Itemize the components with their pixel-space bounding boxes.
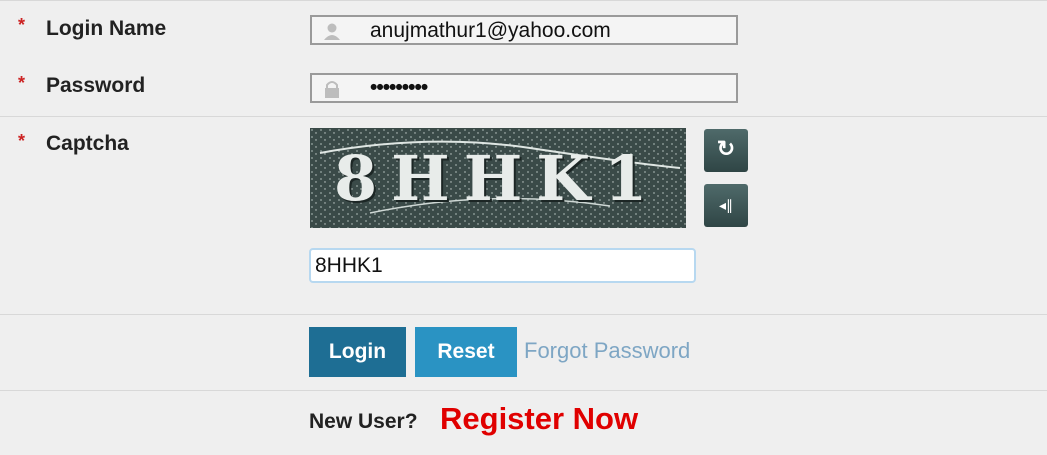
register-now-link[interactable]: Register Now [440, 401, 638, 437]
required-marker: * [18, 73, 26, 93]
captcha-text: 8HHK1 [334, 142, 662, 215]
login-name-field[interactable]: anujmathur1@yahoo.com [310, 15, 738, 45]
password-label: Password [46, 74, 146, 97]
password-field[interactable]: ••••••••• [310, 73, 738, 103]
actions-row: Login Reset Forgot Password [0, 315, 1047, 391]
captcha-label: Captcha [46, 132, 129, 155]
login-button[interactable]: Login [309, 327, 406, 377]
captcha-row: * Captcha 8HHK1 ↻ ◂∥ [0, 117, 1047, 315]
login-form: * Login Name anujmathur1@yahoo.com * Pas… [0, 0, 1047, 455]
password-row: * Password ••••••••• [0, 59, 1047, 117]
speaker-icon: ◂∥ [718, 197, 734, 213]
register-row: New User? Register Now [0, 391, 1047, 455]
login-name-value: anujmathur1@yahoo.com [370, 19, 611, 42]
lock-icon [325, 81, 339, 98]
login-name-label: Login Name [46, 17, 167, 40]
user-icon [324, 23, 340, 40]
reset-button[interactable]: Reset [415, 327, 517, 377]
refresh-icon: ↻ [716, 136, 736, 161]
new-user-text: New User? [309, 410, 418, 433]
login-name-row: * Login Name anujmathur1@yahoo.com [0, 0, 1047, 60]
forgot-password-link[interactable]: Forgot Password [524, 338, 690, 364]
captcha-image: 8HHK1 [310, 128, 686, 228]
required-marker: * [18, 15, 26, 35]
required-marker: * [18, 131, 26, 151]
captcha-input[interactable] [309, 248, 696, 283]
audio-captcha-button[interactable]: ◂∥ [704, 184, 748, 227]
password-value: ••••••••• [370, 76, 428, 99]
refresh-captcha-button[interactable]: ↻ [704, 129, 748, 172]
